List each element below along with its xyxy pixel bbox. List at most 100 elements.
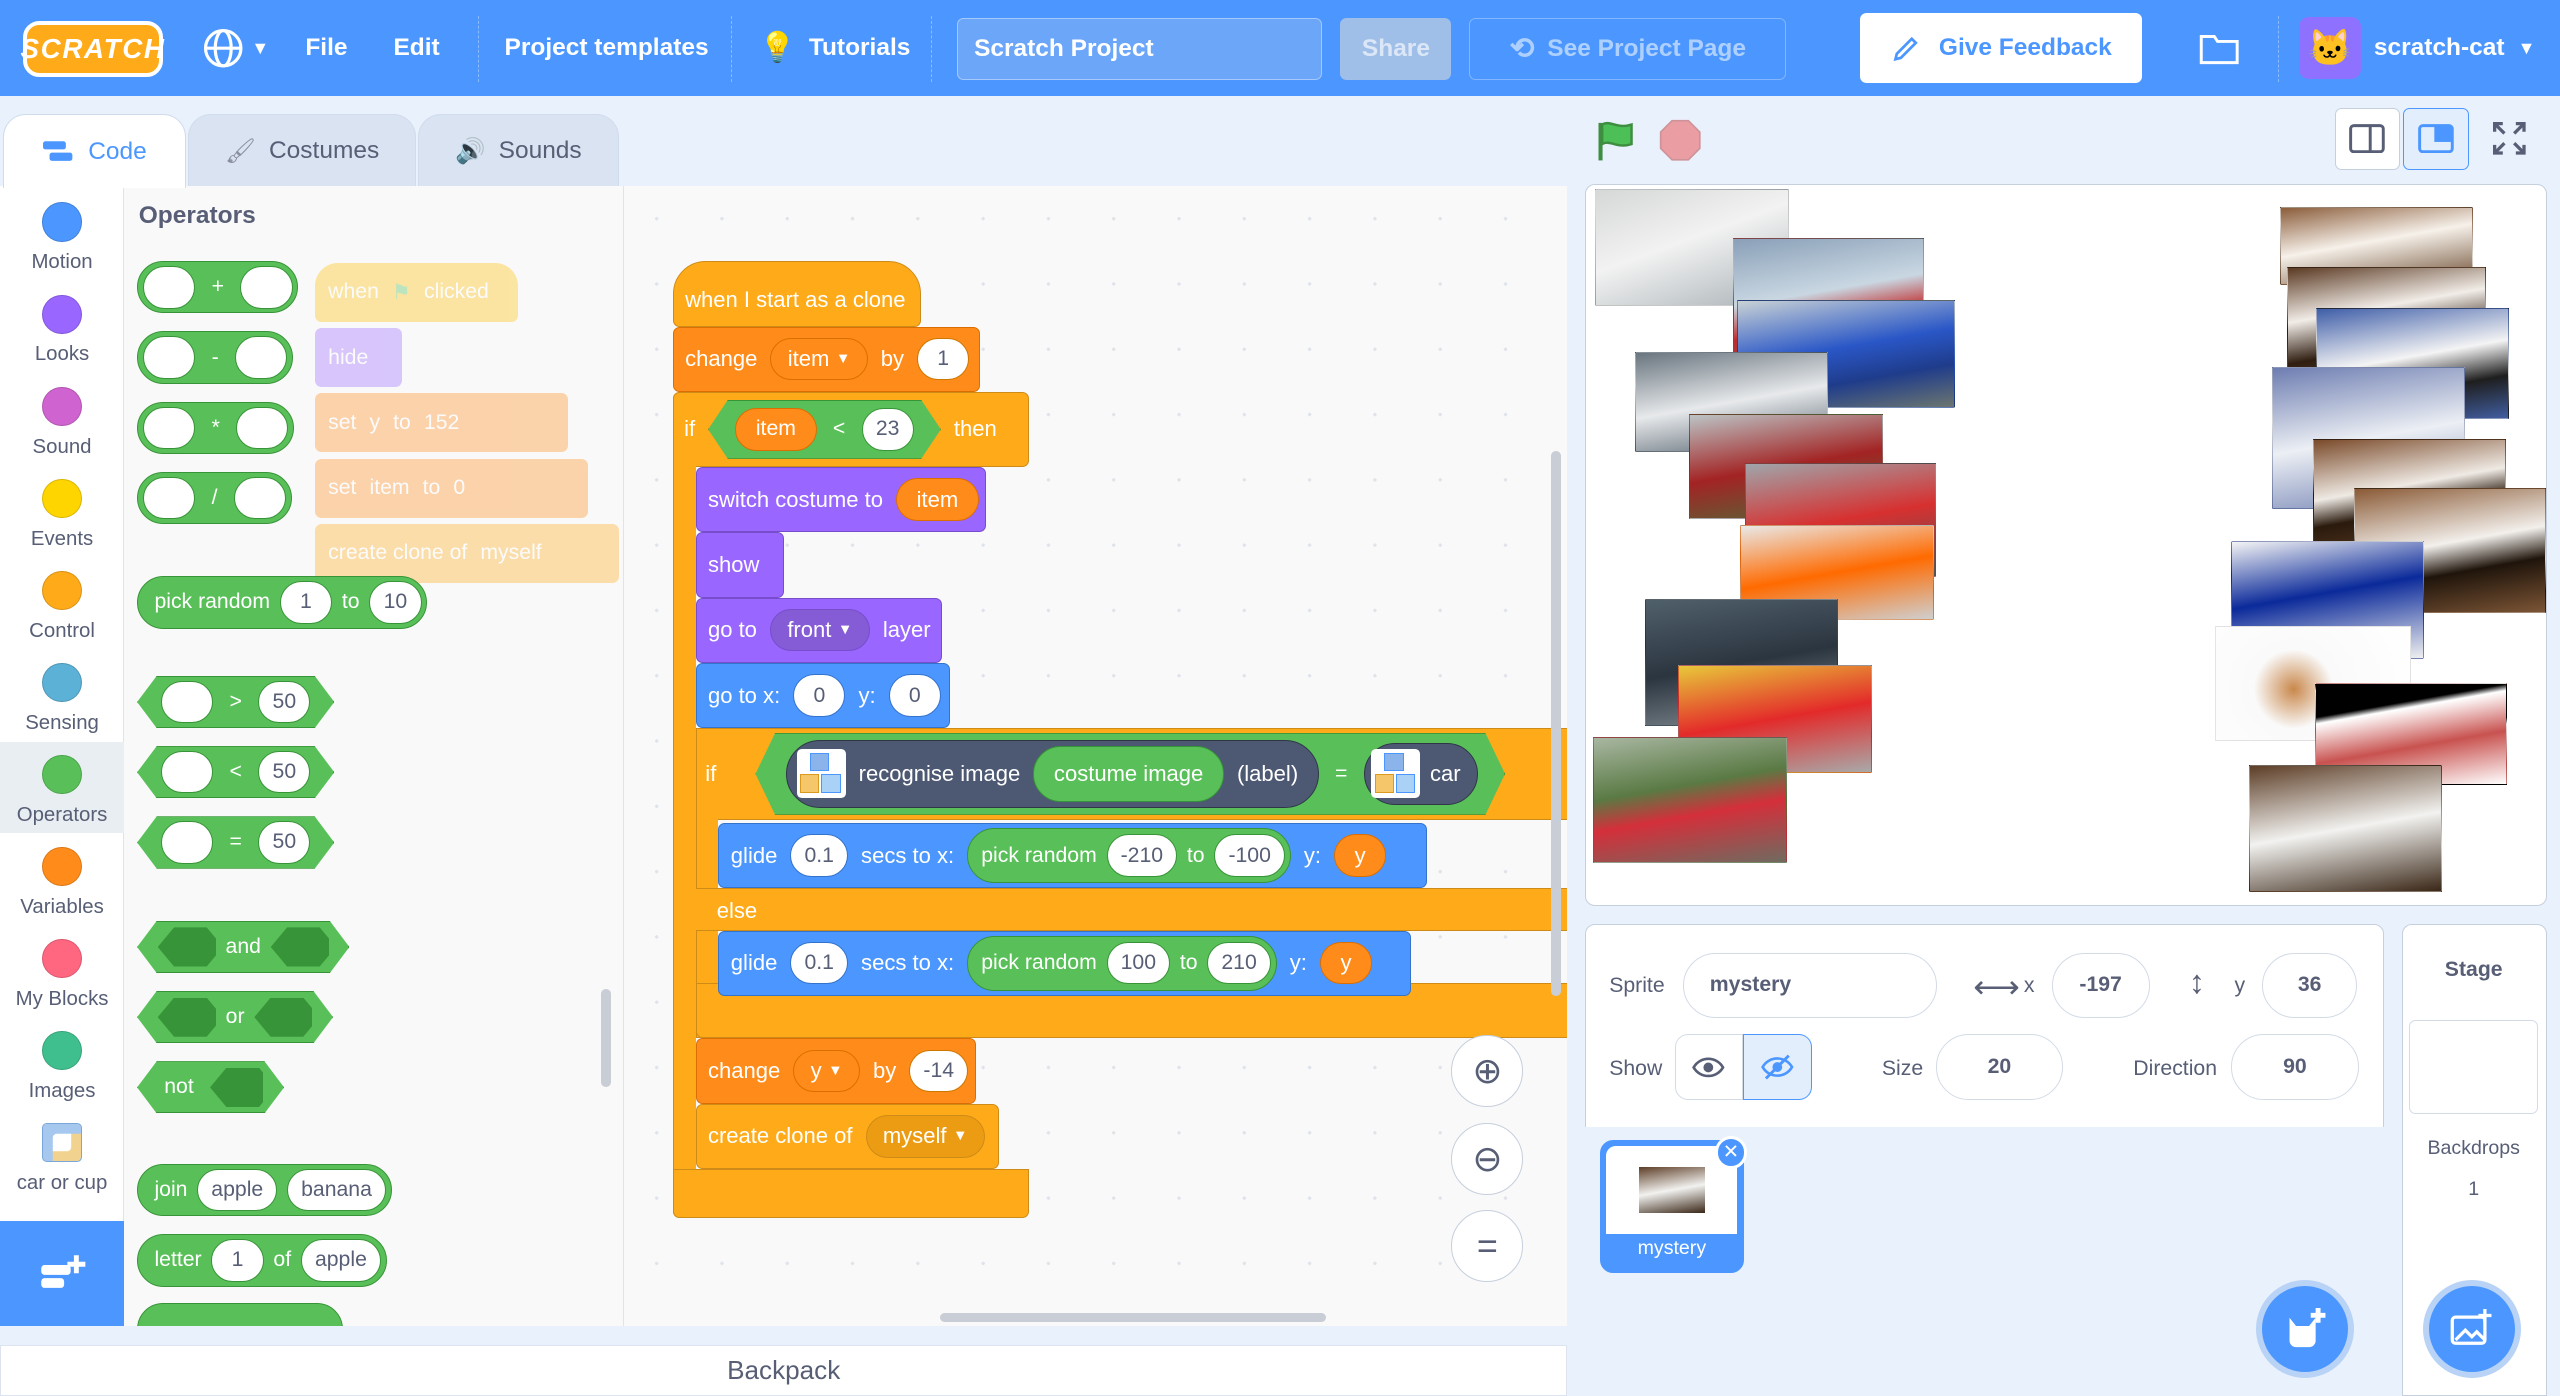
text-input[interactable]: banana bbox=[287, 1169, 386, 1212]
number-input[interactable] bbox=[143, 476, 196, 520]
number-input[interactable]: -14 bbox=[909, 1049, 969, 1093]
compare-block[interactable]: <50 bbox=[137, 746, 334, 798]
backdrop-thumbnail[interactable] bbox=[2409, 1019, 2539, 1115]
add-extension-button[interactable] bbox=[0, 1221, 125, 1326]
math-op-block[interactable]: + bbox=[137, 261, 299, 314]
green-flag-button[interactable] bbox=[1594, 118, 1640, 171]
show-hidden-button[interactable] bbox=[1743, 1034, 1812, 1100]
size-input[interactable]: 20 bbox=[1935, 1034, 2064, 1100]
small-stage-button[interactable] bbox=[2334, 107, 2401, 170]
text-input[interactable]: apple bbox=[300, 1239, 381, 1282]
zoom-out-button[interactable]: ⊖ bbox=[1451, 1123, 1524, 1196]
glide-block-1[interactable]: glide 0.1 secs to x: pick random -210 to… bbox=[718, 822, 1427, 889]
letter-of-block[interactable]: letter 1 of apple bbox=[137, 1234, 387, 1287]
or-block[interactable]: or bbox=[137, 991, 333, 1043]
vertical-scrollbar[interactable] bbox=[1551, 450, 1561, 996]
number-input[interactable]: 1 bbox=[917, 337, 970, 381]
math-op-block[interactable]: * bbox=[137, 401, 295, 454]
item-reporter[interactable]: item bbox=[896, 478, 979, 521]
recognise-image-block[interactable]: recognise image costume image (label) bbox=[786, 740, 1319, 809]
y-reporter[interactable]: y bbox=[1319, 942, 1373, 985]
number-input[interactable]: 100 bbox=[1106, 942, 1171, 985]
layer-dropdown[interactable]: front ▼ bbox=[770, 608, 870, 652]
tutorials-button[interactable]: 💡 Tutorials bbox=[759, 0, 910, 96]
category-images[interactable]: Images bbox=[0, 1018, 124, 1109]
change-item-block[interactable]: change item ▼ by 1 bbox=[672, 326, 980, 392]
language-menu[interactable]: ▼ bbox=[202, 0, 269, 96]
number-input[interactable]: 0.1 bbox=[790, 942, 848, 985]
show-block[interactable]: show bbox=[695, 532, 784, 598]
number-input[interactable] bbox=[240, 266, 293, 309]
category-looks[interactable]: Looks bbox=[0, 281, 124, 372]
go-to-xy-block[interactable]: go to x: 0 y: 0 bbox=[695, 662, 951, 729]
car-label-block[interactable]: car bbox=[1364, 743, 1478, 805]
sprite-thumbnail[interactable]: mystery ✕ bbox=[1600, 1136, 1748, 1274]
y-reporter[interactable]: y bbox=[1334, 834, 1387, 877]
sprite-name-input[interactable]: mystery bbox=[1682, 952, 1938, 1019]
horizontal-scrollbar[interactable] bbox=[940, 1312, 1326, 1323]
choose-backdrop-button[interactable] bbox=[2422, 1280, 2521, 1378]
category-variables[interactable]: Variables bbox=[0, 834, 124, 925]
go-to-layer-block[interactable]: go to front ▼ layer bbox=[695, 597, 943, 663]
my-stuff-folder-icon[interactable] bbox=[2198, 0, 2240, 96]
less-than-block[interactable]: item < 23 bbox=[708, 400, 941, 459]
boolean-slot[interactable] bbox=[271, 927, 329, 966]
variable-dropdown[interactable]: y ▼ bbox=[793, 1049, 860, 1093]
stage-canvas[interactable] bbox=[1585, 184, 2547, 907]
number-input[interactable]: 0 bbox=[888, 674, 941, 717]
math-op-block[interactable]: / bbox=[137, 471, 292, 525]
number-input[interactable]: 1 bbox=[211, 1239, 264, 1282]
number-input[interactable]: 1 bbox=[279, 581, 333, 624]
stop-button[interactable] bbox=[1659, 119, 1701, 168]
not-block[interactable]: not bbox=[137, 1061, 284, 1113]
category-events[interactable]: Events bbox=[0, 466, 124, 557]
category-my-blocks[interactable]: My Blocks bbox=[0, 926, 124, 1017]
give-feedback-button[interactable]: Give Feedback bbox=[1859, 13, 2143, 84]
join-block[interactable]: join apple banana bbox=[137, 1164, 392, 1217]
scratch-logo[interactable]: SCRATCH bbox=[21, 21, 164, 77]
number-input[interactable]: -100 bbox=[1214, 834, 1285, 877]
category-car-or-cup[interactable]: car or cup bbox=[0, 1110, 124, 1201]
category-operators[interactable]: Operators bbox=[0, 741, 125, 834]
category-control[interactable]: Control bbox=[0, 558, 124, 649]
tab-costumes[interactable]: 🖌 Costumes bbox=[187, 114, 417, 187]
number-input[interactable]: 50 bbox=[258, 821, 310, 863]
fullscreen-button[interactable] bbox=[2477, 108, 2542, 170]
file-menu[interactable]: File bbox=[305, 0, 347, 96]
edit-menu[interactable]: Edit bbox=[393, 0, 439, 96]
number-input[interactable]: 0.1 bbox=[790, 834, 848, 877]
item-reporter[interactable]: item bbox=[735, 408, 816, 450]
create-clone-block[interactable]: create clone of myself ▼ bbox=[695, 1103, 1000, 1169]
variable-dropdown[interactable]: item ▼ bbox=[770, 337, 868, 381]
number-input[interactable] bbox=[161, 681, 213, 723]
compare-block[interactable]: >50 bbox=[137, 676, 334, 728]
number-input[interactable]: 50 bbox=[258, 751, 310, 793]
costume-image-reporter[interactable]: costume image bbox=[1033, 746, 1224, 802]
math-op-block[interactable]: - bbox=[137, 331, 294, 384]
number-input[interactable]: -210 bbox=[1106, 834, 1178, 877]
y-input[interactable]: 36 bbox=[2262, 952, 2357, 1019]
text-input[interactable]: apple bbox=[197, 1169, 278, 1212]
direction-input[interactable]: 90 bbox=[2231, 1034, 2359, 1100]
script-area[interactable]: when I start as a clone change item ▼ by … bbox=[623, 186, 1568, 1326]
number-input[interactable]: 0 bbox=[793, 674, 846, 717]
show-visible-button[interactable] bbox=[1674, 1034, 1744, 1100]
share-button[interactable]: Share bbox=[1340, 17, 1452, 80]
project-templates-menu[interactable]: Project templates bbox=[505, 0, 709, 96]
change-y-block[interactable]: change y ▼ by -14 bbox=[695, 1038, 977, 1104]
category-sensing[interactable]: Sensing bbox=[0, 650, 124, 741]
clone-target-dropdown[interactable]: myself ▼ bbox=[865, 1115, 985, 1158]
zoom-reset-button[interactable]: = bbox=[1451, 1209, 1524, 1282]
category-sound[interactable]: Sound bbox=[0, 374, 124, 465]
tab-sounds[interactable]: 🔊 Sounds bbox=[417, 114, 619, 187]
delete-sprite-button[interactable]: ✕ bbox=[1714, 1136, 1748, 1169]
number-input[interactable] bbox=[143, 406, 196, 449]
account-menu[interactable]: 🐱 scratch-cat ▼ bbox=[2298, 0, 2535, 96]
category-motion[interactable]: Motion bbox=[0, 189, 124, 280]
number-input[interactable]: 50 bbox=[258, 681, 310, 723]
length-block-partial[interactable] bbox=[137, 1302, 343, 1326]
number-input[interactable] bbox=[234, 336, 288, 379]
number-input[interactable] bbox=[233, 476, 287, 520]
boolean-slot[interactable] bbox=[210, 1068, 263, 1107]
number-input[interactable] bbox=[161, 751, 213, 793]
